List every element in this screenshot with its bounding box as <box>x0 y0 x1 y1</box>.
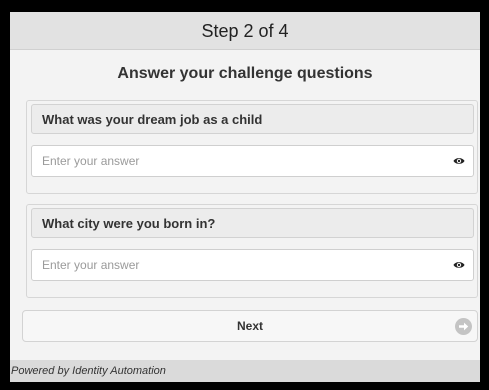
step-label: Step 2 of 4 <box>201 21 289 41</box>
next-button-label: Next <box>236 319 263 333</box>
next-button[interactable]: Next <box>22 310 478 342</box>
page-title: Answer your challenge questions <box>117 65 373 82</box>
question-label-2: What city were you born in? <box>31 208 474 238</box>
answer-field-2[interactable] <box>32 250 442 280</box>
answer-field-2-container <box>31 249 474 281</box>
eye-icon[interactable] <box>453 260 465 270</box>
powered-by-footer: Powered by Identity Automation <box>10 360 480 382</box>
question-block-1: What was your dream job as a child <box>26 100 478 194</box>
step-header: Step 2 of 4 <box>10 12 480 50</box>
answer-field-1-container <box>31 145 474 177</box>
question-block-2: What city were you born in? <box>26 204 478 298</box>
eye-icon[interactable] <box>453 156 465 166</box>
question-label-1: What was your dream job as a child <box>31 104 474 134</box>
answer-field-1[interactable] <box>32 146 442 176</box>
challenge-panel: Step 2 of 4 Answer your challenge questi… <box>10 12 480 382</box>
arrow-right-circle-icon <box>455 318 472 335</box>
